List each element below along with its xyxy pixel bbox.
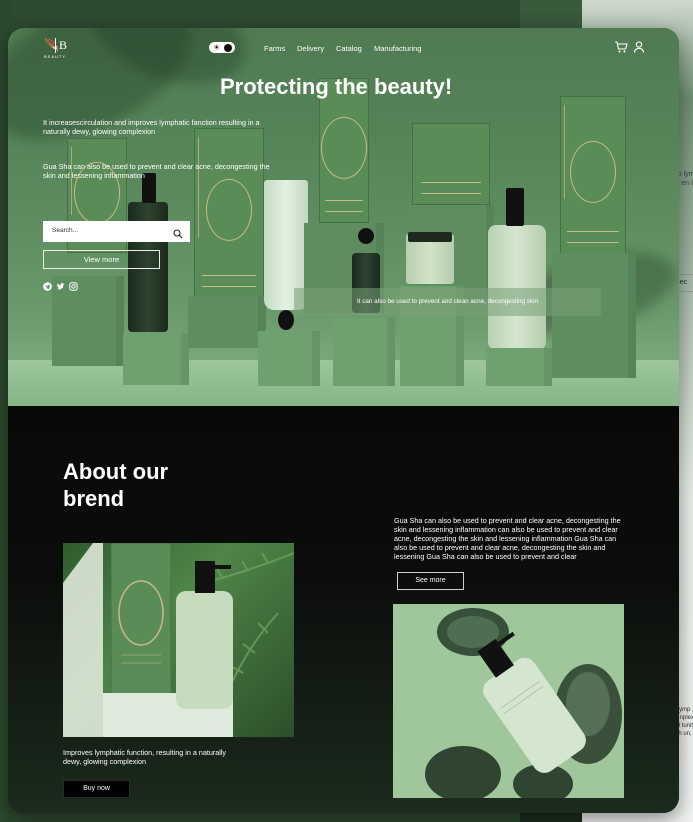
search-icon[interactable]: [173, 226, 183, 239]
pedestal: [123, 333, 189, 385]
search-placeholder: Search...: [52, 227, 79, 234]
emblem-icon: [570, 140, 616, 203]
package-label: [567, 231, 619, 243]
tube-cap: [278, 310, 294, 330]
package-label: [201, 275, 257, 287]
about-caption: Improves lymphatic function, resulting i…: [63, 748, 226, 766]
hero-title: Protecting the beauty!: [220, 74, 453, 99]
package-label: [420, 182, 482, 194]
hero-section: 🪶 B BEAUTY ☀ Farms Delivery Catalog Manu…: [8, 28, 679, 406]
user-icon[interactable]: [632, 40, 646, 54]
twitter-icon[interactable]: [56, 278, 65, 290]
jar-lid: [408, 232, 452, 242]
nav-link-catalog[interactable]: Catalog: [336, 44, 362, 53]
buy-now-button[interactable]: Buy now: [63, 780, 130, 798]
about-title: About our brend: [63, 459, 169, 511]
about-text: Gua Sha can also be used to prevent and …: [394, 516, 621, 561]
toggle-knob: [224, 43, 232, 52]
hero-caption: It can also be used to prevent and clean…: [294, 288, 601, 316]
stone-scene: [425, 608, 622, 798]
product-box: [194, 128, 264, 298]
logo-letter: B: [55, 38, 67, 53]
view-more-button[interactable]: View more: [43, 250, 160, 269]
pedestal: [188, 296, 266, 348]
search-input[interactable]: Search...: [43, 221, 190, 242]
hero-paragraph-1: It increasescirculation and improves lym…: [43, 118, 260, 136]
product-box: [412, 123, 490, 205]
sun-icon: ☀: [213, 43, 221, 52]
instagram-icon[interactable]: [69, 278, 78, 291]
package-text: [198, 137, 206, 238]
package-label: [324, 200, 364, 212]
theme-toggle[interactable]: ☀: [209, 42, 235, 53]
about-section: About our brend Gua Sha can also be used…: [8, 406, 679, 813]
logo-word: BEAUTY: [44, 54, 67, 59]
brand-logo[interactable]: 🪶 B BEAUTY: [44, 38, 70, 62]
see-more-button[interactable]: See more: [397, 572, 464, 590]
package-text: [71, 147, 79, 215]
product-photo-ferns: [63, 543, 294, 737]
cart-icon[interactable]: [614, 40, 628, 54]
top-nav: 🪶 B BEAUTY ☀ Farms Delivery Catalog Manu…: [8, 28, 679, 68]
telegram-icon[interactable]: [43, 278, 52, 291]
product-box: [560, 96, 626, 254]
nav-link-delivery[interactable]: Delivery: [297, 44, 324, 53]
emblem-icon: [206, 178, 252, 241]
product-photo-stones: [393, 604, 624, 798]
pedestal: [333, 318, 395, 386]
fern-scene: [63, 543, 294, 737]
pedestal: [486, 348, 552, 386]
nav-link-farms[interactable]: Farms: [264, 44, 285, 53]
landing-page-card: 🪶 B BEAUTY ☀ Farms Delivery Catalog Manu…: [8, 28, 679, 813]
pump-cap: [506, 188, 524, 226]
dropper-cap: [358, 228, 374, 244]
nav-link-manufacturing[interactable]: Manufacturing: [374, 44, 422, 53]
pedestal: [258, 331, 320, 386]
emblem-icon: [321, 116, 367, 179]
package-text: [564, 105, 572, 199]
hero-paragraph-2: Gua Sha can also be used to prevent and …: [43, 162, 270, 180]
